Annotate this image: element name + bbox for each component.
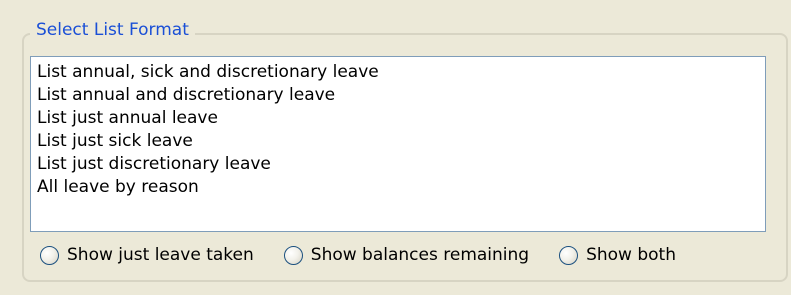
show-leave-taken-radio[interactable]: Show just leave taken (40, 244, 254, 266)
list-item-annual-sick-discretionary[interactable]: List annual, sick and discretionary leav… (37, 61, 765, 84)
list-item-annual-discretionary[interactable]: List annual and discretionary leave (37, 84, 765, 107)
group-title: Select List Format (30, 19, 195, 41)
list-item-discretionary[interactable]: List just discretionary leave (37, 153, 765, 176)
show-balances-remaining-label[interactable]: Show balances remaining (311, 244, 529, 266)
show-both-radio[interactable]: Show both (559, 244, 676, 266)
show-balances-remaining-radio[interactable]: Show balances remaining (283, 244, 529, 266)
list-item-annual[interactable]: List just annual leave (37, 107, 765, 130)
radio-circle-icon[interactable] (40, 245, 59, 265)
display-options-row: Show just leave taken Show balances rema… (40, 240, 676, 270)
list-item-by-reason[interactable]: All leave by reason (37, 176, 765, 199)
radio-circle-icon[interactable] (559, 245, 579, 265)
radio-circle-icon[interactable] (283, 245, 303, 265)
show-leave-taken-label[interactable]: Show just leave taken (67, 244, 254, 266)
list-format-listbox[interactable]: List annual, sick and discretionary leav… (30, 56, 766, 232)
list-item-sick[interactable]: List just sick leave (37, 130, 765, 153)
show-both-label[interactable]: Show both (586, 244, 676, 266)
